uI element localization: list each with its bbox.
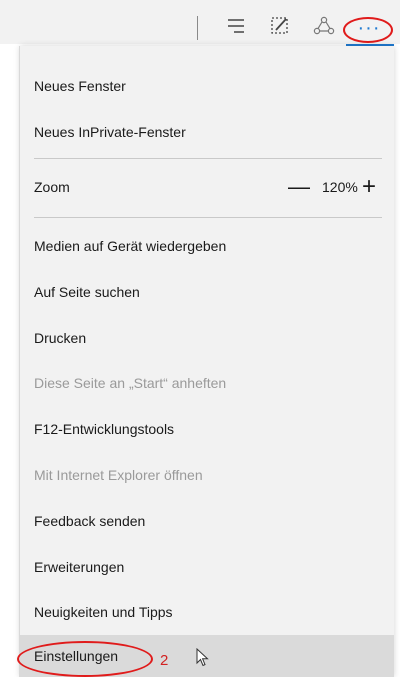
menu-item-label: F12-Entwicklungstools [34, 421, 175, 437]
menu-item-label: Feedback senden [34, 513, 146, 529]
annotation-circle-2 [17, 641, 153, 677]
annotation-circle-1 [343, 17, 393, 43]
more-actions-menu: Neues Fenster Neues InPrivate-Fenster Zo… [20, 46, 394, 677]
menu-item-zoom: Zoom — 120% + [20, 164, 394, 210]
menu-item-print[interactable]: Drucken [20, 315, 394, 361]
zoom-in-button[interactable]: + [356, 164, 382, 210]
menu-item-label: Diese Seite an „Start“ anheften [34, 375, 227, 391]
hub-icon[interactable] [222, 12, 250, 40]
web-note-icon[interactable] [266, 12, 294, 40]
toolbar-divider [197, 16, 198, 40]
menu-item-label: Medien auf Gerät wiedergeben [34, 238, 227, 254]
menu-item-find-on-page[interactable]: Auf Seite suchen [20, 269, 394, 315]
menu-item-send-feedback[interactable]: Feedback senden [20, 498, 394, 544]
menu-item-label: Neues Fenster [34, 78, 126, 94]
menu-item-whats-new[interactable]: Neuigkeiten und Tipps [20, 589, 394, 635]
annotation-number-2: 2 [160, 652, 169, 669]
menu-item-label: Auf Seite suchen [34, 284, 140, 300]
menu-item-label: Erweiterungen [34, 559, 125, 575]
mouse-cursor-icon [196, 647, 210, 673]
menu-item-label: Neues InPrivate-Fenster [34, 124, 186, 140]
menu-item-label: Neuigkeiten und Tipps [34, 604, 173, 620]
share-icon[interactable] [310, 12, 338, 40]
zoom-out-button[interactable]: — [284, 164, 314, 210]
menu-item-cast-media[interactable]: Medien auf Gerät wiedergeben [20, 223, 394, 269]
zoom-level: 120% [322, 179, 358, 195]
menu-item-label: Mit Internet Explorer öffnen [34, 467, 203, 483]
background-page [0, 46, 20, 677]
menu-item-extensions[interactable]: Erweiterungen [20, 544, 394, 590]
menu-separator [34, 158, 382, 159]
browser-toolbar: ··· 1 [0, 0, 400, 73]
menu-item-pin-to-start: Diese Seite an „Start“ anheften [20, 360, 394, 406]
menu-item-new-inprivate-window[interactable]: Neues InPrivate-Fenster [20, 109, 394, 155]
menu-item-new-window[interactable]: Neues Fenster [20, 63, 394, 109]
menu-separator [34, 217, 382, 218]
menu-item-label: Drucken [34, 330, 87, 346]
zoom-label: Zoom [34, 179, 70, 195]
menu-item-open-with-ie: Mit Internet Explorer öffnen [20, 452, 394, 498]
menu-item-f12-developer-tools[interactable]: F12-Entwicklungstools [20, 406, 394, 452]
